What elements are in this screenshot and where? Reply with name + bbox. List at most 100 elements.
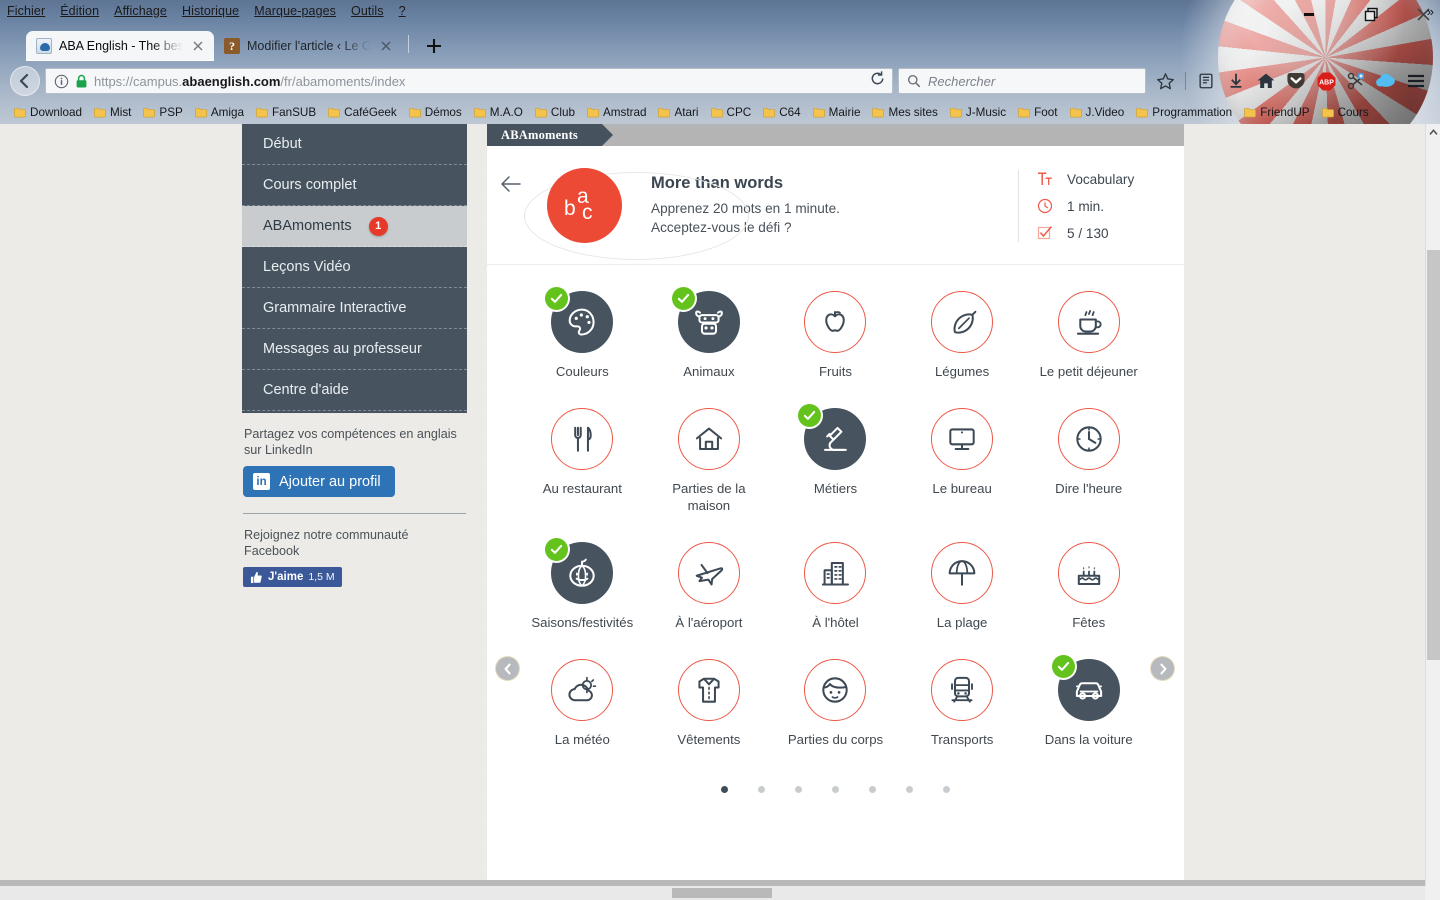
menu-affichage[interactable]: Affichage bbox=[114, 4, 167, 18]
bookmark-psp[interactable]: PSP bbox=[137, 103, 188, 123]
topic-label: Animaux bbox=[683, 364, 735, 379]
topic-cell[interactable]: À l'aéroport bbox=[646, 542, 773, 631]
sidebar-item-grammaire-interactive[interactable]: Grammaire Interactive bbox=[242, 288, 467, 329]
sidebar-item-centre-d-aide[interactable]: Centre d'aide bbox=[242, 370, 467, 411]
window-restore-button[interactable] bbox=[1358, 4, 1384, 24]
close-icon[interactable] bbox=[378, 38, 394, 54]
topic-cell[interactable]: Le bureau bbox=[899, 408, 1026, 514]
carousel-prev-button[interactable] bbox=[496, 657, 519, 680]
menu-fichier[interactable]: Fichier bbox=[7, 4, 45, 18]
topic-cell[interactable]: La plage bbox=[899, 542, 1026, 631]
breadcrumb: ABAmoments bbox=[487, 124, 613, 146]
sidebar-item-cours-complet[interactable]: Cours complet bbox=[242, 165, 467, 206]
screenshot-icon[interactable] bbox=[1342, 67, 1370, 95]
search-bar[interactable]: Rechercher bbox=[898, 68, 1146, 94]
address-bar[interactable]: https://campus.abaenglish.com/fr/abamome… bbox=[45, 68, 893, 94]
bookmark-programmation[interactable]: Programmation bbox=[1130, 103, 1238, 123]
pagination-dot[interactable] bbox=[906, 786, 913, 793]
bookmark-star-icon[interactable] bbox=[1151, 67, 1179, 95]
bookmark-mes-sites[interactable]: Mes sites bbox=[866, 103, 943, 123]
meta-duration-value: 1 min. bbox=[1067, 198, 1105, 214]
window-minimize-button[interactable] bbox=[1296, 4, 1322, 24]
back-button[interactable] bbox=[10, 66, 40, 96]
sidebar-item-abamoments[interactable]: ABAmoments 1 bbox=[242, 206, 467, 247]
hamburger-menu-icon[interactable] bbox=[1402, 67, 1430, 95]
topic-icon-wrapper bbox=[1051, 655, 1120, 721]
topic-cell[interactable]: La météo bbox=[519, 659, 646, 748]
bookmarks-overflow-chevron[interactable]: » bbox=[1427, 4, 1434, 19]
vertical-scrollbar[interactable] bbox=[1425, 124, 1440, 900]
topic-cell[interactable]: Couleurs bbox=[519, 287, 646, 380]
topic-cell[interactable]: Légumes bbox=[899, 291, 1026, 380]
tab-wordpress-article[interactable]: Modifier l'article ‹ Le Café du bbox=[214, 31, 402, 61]
library-icon[interactable] bbox=[1192, 67, 1220, 95]
bookmark-d-mos[interactable]: Démos bbox=[403, 103, 468, 123]
bookmark-m-a-o[interactable]: M.A.O bbox=[468, 103, 529, 123]
bookmark-download[interactable]: Download bbox=[8, 103, 88, 123]
topic-cell[interactable]: Fruits bbox=[772, 291, 899, 380]
horizontal-scrollbar[interactable] bbox=[0, 886, 1425, 900]
menu-outils[interactable]: Outils bbox=[351, 4, 384, 18]
vertical-scrollbar-thumb[interactable] bbox=[1427, 250, 1440, 660]
topic-cell[interactable]: Parties du corps bbox=[772, 659, 899, 748]
bookmark-j-music[interactable]: J-Music bbox=[944, 103, 1012, 123]
topic-cell[interactable]: Au restaurant bbox=[519, 408, 646, 514]
reload-icon[interactable] bbox=[869, 70, 886, 92]
horizontal-scrollbar-thumb[interactable] bbox=[672, 888, 772, 898]
topic-cell[interactable]: Le petit déjeuner bbox=[1025, 291, 1152, 380]
carousel-next-button[interactable] bbox=[1151, 657, 1174, 680]
topic-cell[interactable]: Fêtes bbox=[1025, 542, 1152, 631]
bookmark-j-video[interactable]: J.Video bbox=[1064, 103, 1131, 123]
menu-marque-pages[interactable]: Marque-pages bbox=[254, 4, 336, 18]
bookmark-cours[interactable]: Cours bbox=[1316, 103, 1375, 123]
topic-cell[interactable]: Parties de la maison bbox=[646, 408, 773, 514]
pagination-dot[interactable] bbox=[943, 786, 950, 793]
adblock-plus-icon[interactable]: ABP bbox=[1312, 67, 1340, 95]
home-icon[interactable] bbox=[1252, 67, 1280, 95]
bookmark-atari[interactable]: Atari bbox=[652, 103, 704, 123]
sidebar-item-d-but[interactable]: Début bbox=[242, 124, 467, 165]
bookmark-foot[interactable]: Foot bbox=[1012, 103, 1063, 123]
menu-help[interactable]: ? bbox=[399, 4, 406, 18]
pagination-dot[interactable] bbox=[832, 786, 839, 793]
sidebar-item-le-ons-vid-o[interactable]: Leçons Vidéo bbox=[242, 247, 467, 288]
topic-cell[interactable]: Vêtements bbox=[646, 659, 773, 748]
tab-aba-english[interactable]: ABA English - The best way t bbox=[26, 31, 214, 61]
pagination-dot[interactable] bbox=[795, 786, 802, 793]
topic-cell[interactable]: Saisons/festivités bbox=[519, 538, 646, 631]
menu-edition[interactable]: Édition bbox=[60, 4, 99, 18]
bookmark-mist[interactable]: Mist bbox=[88, 103, 137, 123]
facebook-like-button[interactable]: J'aime 1,5 M bbox=[243, 567, 342, 587]
topic-cell[interactable]: Dire l'heure bbox=[1025, 408, 1152, 514]
sidebar-item-messages-au-professeur[interactable]: Messages au professeur bbox=[242, 329, 467, 370]
folder-icon bbox=[872, 108, 885, 118]
bookmark-caf-geek[interactable]: CaféGeek bbox=[322, 103, 403, 123]
bookmark-fansub[interactable]: FanSUB bbox=[250, 103, 322, 123]
close-icon[interactable] bbox=[190, 38, 206, 54]
pocket-icon[interactable] bbox=[1282, 67, 1310, 95]
sync-cloud-icon[interactable] bbox=[1372, 67, 1400, 95]
bookmark-mairie[interactable]: Mairie bbox=[807, 103, 867, 123]
menu-historique[interactable]: Historique bbox=[182, 4, 239, 18]
bookmark-club[interactable]: Club bbox=[529, 103, 581, 123]
bookmark-amstrad[interactable]: Amstrad bbox=[581, 103, 653, 123]
pagination-dot[interactable] bbox=[721, 786, 728, 793]
bookmark-cpc[interactable]: CPC bbox=[705, 103, 758, 123]
topic-cell[interactable]: Animaux bbox=[646, 287, 773, 380]
topic-cell[interactable]: Dans la voiture bbox=[1025, 655, 1152, 748]
topic-cell[interactable]: Transports bbox=[899, 659, 1026, 748]
topic-cell[interactable]: À l'hôtel bbox=[772, 542, 899, 631]
bookmark-friendup[interactable]: FriendUP bbox=[1238, 103, 1315, 123]
back-arrow-icon[interactable] bbox=[499, 172, 523, 196]
downloads-icon[interactable] bbox=[1222, 67, 1250, 95]
linkedin-add-to-profile-button[interactable]: in Ajouter au profil bbox=[243, 466, 395, 497]
topic-label: À l'hôtel bbox=[812, 615, 859, 630]
bookmark-c64[interactable]: C64 bbox=[757, 103, 806, 123]
pagination-dot[interactable] bbox=[869, 786, 876, 793]
new-tab-button[interactable] bbox=[419, 32, 449, 60]
page-info-icon[interactable] bbox=[54, 74, 69, 89]
topic-cell[interactable]: Métiers bbox=[772, 404, 899, 514]
pagination-dot[interactable] bbox=[758, 786, 765, 793]
scroll-up-arrow-icon[interactable] bbox=[1426, 124, 1440, 140]
bookmark-amiga[interactable]: Amiga bbox=[189, 103, 250, 123]
